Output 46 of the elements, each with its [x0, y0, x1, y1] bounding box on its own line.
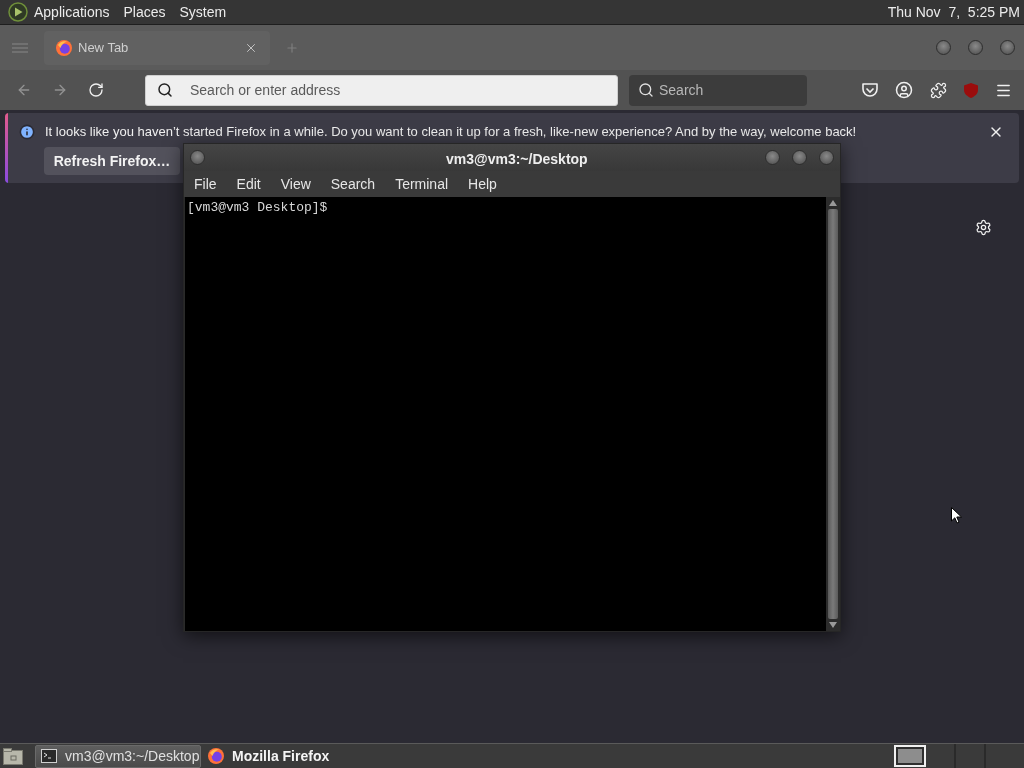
- menu-item[interactable]: File: [184, 173, 227, 195]
- down-arrow-icon[interactable]: [829, 622, 837, 628]
- window-menu-button[interactable]: [190, 150, 205, 165]
- settings-icon: [974, 218, 992, 236]
- minimize-button[interactable]: [765, 150, 780, 165]
- desktop-icon[interactable]: [3, 747, 23, 765]
- maximize-button[interactable]: [792, 150, 807, 165]
- panel-menu[interactable]: Places: [120, 1, 169, 23]
- arrow-right-icon: [52, 82, 68, 98]
- panel-menu[interactable]: Applications: [31, 1, 113, 23]
- taskbar-button[interactable]: vm3@vm3:~/Desktop: [35, 744, 201, 768]
- pocket-icon[interactable]: [862, 82, 878, 98]
- minimize-button[interactable]: [936, 40, 951, 55]
- menu-item[interactable]: Help: [458, 173, 507, 195]
- address-field[interactable]: Search or enter address: [145, 74, 618, 106]
- menu-item[interactable]: Terminal: [385, 173, 459, 195]
- terminal-icon: [41, 749, 57, 763]
- scrollbar[interactable]: [826, 197, 840, 631]
- browser-tab[interactable]: New Tab: [44, 30, 270, 65]
- plus-icon: [285, 40, 299, 55]
- tab-title: New Tab: [78, 38, 129, 57]
- reload-icon: [88, 82, 104, 98]
- terminal-line: [vm3@vm3 Desktop]$: [187, 200, 329, 216]
- maximize-button[interactable]: [968, 40, 983, 55]
- mouse-pointer-icon: [951, 507, 962, 524]
- notification-message: It looks like you haven’t started Firefox in a while. Do you want to clean it up for a fresh, like-new experience? And by the way, welcome back!: [45, 124, 857, 140]
- panel-menu[interactable]: System: [176, 1, 230, 23]
- workspace-switcher[interactable]: [894, 745, 926, 767]
- browser-icon: [208, 748, 224, 764]
- up-arrow-icon[interactable]: [829, 200, 837, 206]
- search-icon: [638, 81, 654, 98]
- menu-item[interactable]: Search: [320, 173, 386, 195]
- browser-icon: [56, 39, 72, 56]
- menu-item[interactable]: View: [270, 173, 321, 195]
- taskbar-button[interactable]: Mozilla Firefox: [203, 744, 369, 768]
- menu-item[interactable]: Edit: [226, 173, 271, 195]
- account-icon[interactable]: [895, 81, 913, 99]
- refresh-button[interactable]: Refresh Firefox…: [44, 147, 180, 175]
- search-field[interactable]: Search: [629, 74, 807, 106]
- window-title: vm3@vm3:~/Desktop: [446, 150, 588, 169]
- settings-button[interactable]: [974, 218, 992, 236]
- search-icon: [157, 81, 173, 98]
- panel-clock[interactable]: Thu Nov 7, 5:25 PM: [887, 1, 1020, 23]
- play-circle-icon[interactable]: [8, 2, 28, 22]
- puzzle-piece-icon[interactable]: [930, 81, 947, 99]
- info-icon: [19, 124, 35, 140]
